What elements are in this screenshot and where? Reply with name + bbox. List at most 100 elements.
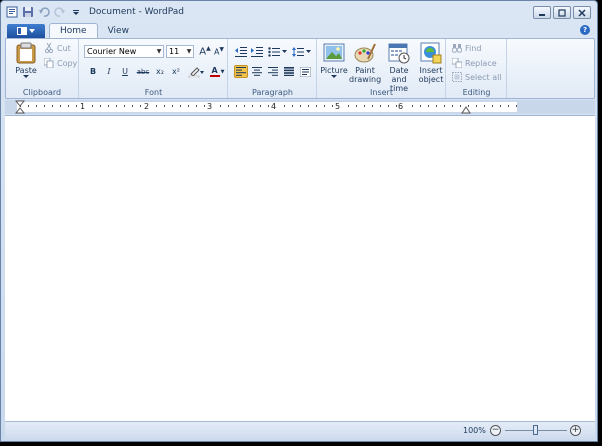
redo-icon[interactable]: [53, 5, 67, 19]
save-icon[interactable]: [21, 5, 35, 19]
zoom-out-button[interactable]: −: [490, 425, 501, 436]
ruler-tick: [300, 105, 301, 107]
window-title: Document - WordPad: [89, 7, 184, 17]
ruler-tick: [52, 105, 53, 107]
tab-view[interactable]: View: [98, 23, 139, 38]
ruler-tick: [164, 105, 165, 107]
subscript-button[interactable]: x₂: [153, 65, 167, 78]
wordpad-app-icon[interactable]: [5, 5, 19, 19]
minimize-button[interactable]: [533, 6, 551, 19]
select-all-icon: [452, 72, 462, 82]
insert-group-label: Insert: [370, 88, 393, 97]
ruler-number: 2: [144, 102, 150, 111]
font-color-icon: A: [209, 65, 220, 77]
maximize-button[interactable]: [553, 6, 571, 19]
increase-indent-icon: [251, 46, 263, 57]
find-label: Find: [465, 43, 482, 53]
first-line-indent-marker[interactable]: [15, 100, 25, 114]
font-group-label: Font: [144, 88, 163, 97]
paragraph-group: Paragraph: [229, 39, 317, 98]
chevron-down-icon[interactable]: ▼: [155, 46, 163, 57]
increase-indent-button[interactable]: [250, 45, 264, 58]
ruler-tick: [516, 105, 517, 107]
bold-button[interactable]: B: [86, 65, 100, 78]
customize-toolbar-icon[interactable]: [69, 5, 83, 19]
right-indent-marker[interactable]: [461, 106, 471, 114]
underline-button[interactable]: U: [118, 65, 132, 78]
ruler-tick: [388, 105, 389, 107]
ruler-strip: 1 2 3 4 5 6: [17, 102, 517, 112]
list-button[interactable]: [267, 45, 289, 58]
ruler-tick: [420, 105, 421, 107]
find-button[interactable]: Find: [452, 43, 481, 53]
ruler-tick: [124, 105, 125, 107]
ruler-tick: [380, 105, 381, 107]
justify-button[interactable]: [282, 65, 296, 78]
zoom-slider-thumb[interactable]: [533, 425, 538, 435]
ruler-tick: [332, 105, 333, 107]
ruler-tick: [436, 105, 437, 107]
ruler-tick: [500, 105, 501, 107]
paragraph-settings-button[interactable]: [298, 65, 312, 78]
ruler-tick: [68, 105, 69, 107]
ruler-tick: [76, 105, 77, 107]
picture-icon: [323, 43, 345, 62]
picture-button[interactable]: Picture: [320, 42, 348, 79]
select-all-button[interactable]: Select all: [452, 72, 502, 82]
ruler-tick: [28, 105, 29, 107]
grow-font-button[interactable]: A▲: [198, 45, 212, 58]
paint-drawing-button[interactable]: Paint drawing: [349, 42, 381, 84]
ruler-tick: [316, 105, 317, 107]
ribbon-tabs: Home View: [1, 23, 597, 38]
chevron-down-icon: [23, 75, 29, 78]
cut-button[interactable]: Cut: [44, 43, 71, 53]
line-spacing-button[interactable]: [291, 45, 313, 58]
insert-group: Picture Paint drawing Date and time Inse…: [318, 39, 446, 98]
tab-home[interactable]: Home: [49, 23, 98, 38]
date-time-button[interactable]: Date and time: [382, 42, 416, 93]
close-button[interactable]: [573, 6, 591, 19]
zoom-in-button[interactable]: +: [570, 425, 581, 436]
undo-icon[interactable]: [37, 5, 51, 19]
ruler-number: 3: [207, 102, 213, 111]
font-color-button[interactable]: A ▼: [207, 65, 227, 78]
ruler-tick: [196, 105, 197, 107]
application-menu-button[interactable]: [7, 24, 45, 38]
shrink-font-button[interactable]: A▼: [212, 45, 226, 58]
font-size-combo[interactable]: 11 ▼: [166, 45, 194, 58]
font-group: Courier New ▼ 11 ▼ A▲ A▼ B I U abc x₂ x²…: [80, 39, 228, 98]
align-left-button[interactable]: [234, 65, 248, 78]
ruler-tick: [396, 105, 397, 107]
paste-icon: [16, 42, 36, 64]
ruler[interactable]: 1 2 3 4 5 6: [5, 100, 595, 114]
font-family-combo[interactable]: Courier New ▼: [84, 45, 164, 58]
highlighter-icon: [188, 66, 204, 78]
italic-button[interactable]: I: [102, 65, 116, 78]
binoculars-icon: [452, 44, 462, 53]
copy-button[interactable]: Copy: [44, 58, 77, 68]
quick-access-toolbar: [5, 5, 83, 19]
paste-button[interactable]: Paste: [12, 42, 40, 79]
highlight-button[interactable]: [186, 65, 206, 78]
document-area[interactable]: [5, 115, 595, 421]
align-right-button[interactable]: [266, 65, 280, 78]
ruler-tick: [116, 105, 117, 107]
decrease-indent-button[interactable]: [234, 45, 248, 58]
superscript-button[interactable]: x²: [169, 65, 183, 78]
ruler-tick: [156, 105, 157, 107]
font-size-value: 11: [169, 47, 180, 56]
ruler-tick: [132, 105, 133, 107]
replace-button[interactable]: Replace: [452, 58, 497, 68]
line-spacing-icon: [292, 46, 311, 57]
align-center-button[interactable]: [250, 65, 264, 78]
insert-object-icon: [420, 42, 442, 64]
chevron-down-icon[interactable]: ▼: [185, 46, 193, 57]
insert-object-button[interactable]: Insert object: [416, 42, 446, 84]
clipboard-group-label: Clipboard: [22, 88, 62, 97]
wordpad-window: Document - WordPad Home View ? Paste Cut: [0, 0, 598, 442]
editing-group-label: Editing: [462, 88, 491, 97]
ruler-tick: [372, 105, 373, 107]
ruler-tick: [364, 105, 365, 107]
strikethrough-button[interactable]: abc: [134, 65, 152, 78]
help-icon[interactable]: ?: [580, 25, 590, 35]
